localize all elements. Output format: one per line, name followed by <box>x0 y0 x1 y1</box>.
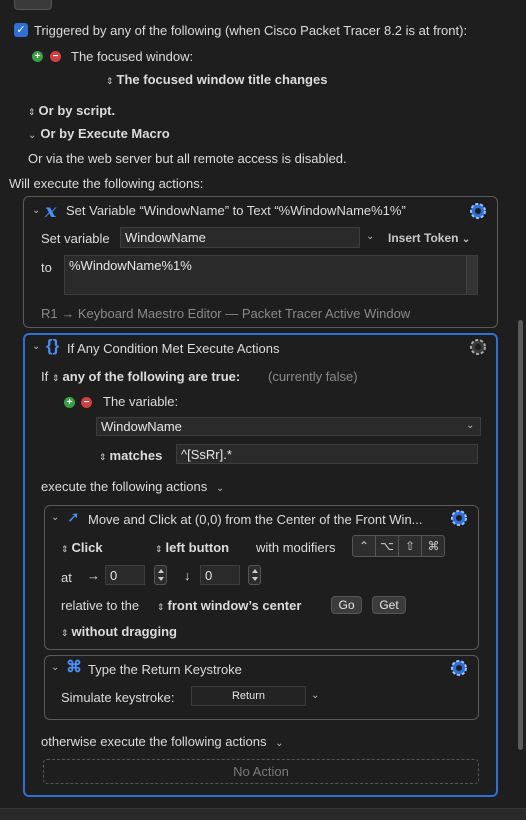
relative-select[interactable]: ⇕ front window’s center <box>157 598 301 613</box>
variable-x-icon: x <box>45 200 57 222</box>
trigger-label: Triggered by any of the following (when … <box>34 23 468 38</box>
relative-label: relative to the <box>61 598 140 613</box>
modifier-keys[interactable]: ⌃ ⌥ ⇧ ⌘ <box>352 535 445 557</box>
at-label: at <box>61 570 72 585</box>
chevron-down-icon[interactable]: ⌄ <box>216 483 224 494</box>
command-key-icon: ⌘ <box>66 659 82 676</box>
up-down-icon: ⇕ <box>106 76 114 86</box>
simulate-label: Simulate keystroke: <box>61 690 175 705</box>
y-coordinate-field[interactable]: 0 <box>200 565 240 585</box>
up-down-icon: ⇕ <box>155 544 163 554</box>
collapse-chevron-icon[interactable]: ⌄ <box>51 512 59 523</box>
keystroke-action[interactable]: ⌄ ⌘ Type the Return Keystroke Simulate k… <box>44 655 479 720</box>
x-coordinate-field[interactable]: 0 <box>105 565 145 585</box>
to-value-field[interactable]: %WindowName%1% <box>64 255 478 295</box>
web-server-note: Or via the web server but all remote acc… <box>28 151 347 166</box>
otherwise-label: otherwise execute the following actions … <box>41 734 284 749</box>
macro-icon <box>14 0 52 10</box>
modifiers-label: with modifiers <box>256 540 336 555</box>
action-title: Type the Return Keystroke <box>88 662 242 677</box>
text-scrollbar[interactable] <box>466 256 477 294</box>
add-condition-icon[interactable]: + <box>64 397 75 408</box>
action-footer: R1 → Keyboard Maestro Editor — Packet Tr… <box>41 306 411 321</box>
remove-condition-icon[interactable]: − <box>81 397 92 408</box>
gear-icon[interactable] <box>468 337 488 357</box>
match-value-field[interactable]: ^[SsRr].* <box>176 444 478 464</box>
condition-variable-field[interactable]: WindowName <box>96 417 481 436</box>
collapse-chevron-icon[interactable]: ⌄ <box>32 341 40 352</box>
or-by-script-option[interactable]: ⇕ Or by script. <box>28 103 115 118</box>
cursor-click-icon: ➚ <box>67 509 80 526</box>
go-button[interactable]: Go <box>331 596 362 614</box>
variable-dropdown-icon[interactable]: ⌄ <box>466 420 474 431</box>
no-action-placeholder[interactable]: No Action <box>43 759 479 784</box>
focused-window-label: The focused window: <box>71 49 194 64</box>
shift-modifier[interactable]: ⇧ <box>399 536 422 556</box>
collapse-chevron-icon[interactable]: ⌄ <box>32 205 40 216</box>
condition-mode-select[interactable]: ⇕ any of the following are true: <box>52 369 240 384</box>
chevron-down-icon: ⌄ <box>28 130 37 141</box>
set-variable-action[interactable]: ⌄ x Set Variable “WindowName” to Text “%… <box>23 196 498 328</box>
up-down-icon: ⇕ <box>61 544 69 554</box>
up-down-icon: ⇕ <box>99 452 107 462</box>
execute-label: execute the following actions ⌄ <box>41 479 225 494</box>
keystroke-dropdown-icon[interactable]: ⌄ <box>311 690 319 701</box>
condition-status: (currently false) <box>268 369 358 384</box>
x-stepper[interactable] <box>154 565 167 585</box>
y-stepper[interactable] <box>248 565 261 585</box>
command-modifier[interactable]: ⌘ <box>422 536 445 556</box>
action-title: Move and Click at (0,0) from the Center … <box>88 512 423 527</box>
remove-trigger-icon[interactable]: − <box>50 51 61 62</box>
trigger-checkbox[interactable]: ✓ <box>14 23 28 37</box>
option-modifier[interactable]: ⌥ <box>376 536 399 556</box>
up-down-icon: ⇕ <box>61 628 69 638</box>
bottom-toolbar <box>0 808 526 820</box>
focused-window-option[interactable]: ⇕ The focused window title changes <box>106 72 327 87</box>
down-arrow-icon: ↓ <box>184 568 191 583</box>
chevron-down-icon: ⌄ <box>461 234 471 245</box>
control-modifier[interactable]: ⌃ <box>353 536 376 556</box>
gear-icon[interactable] <box>449 508 469 528</box>
action-title: If Any Condition Met Execute Actions <box>67 341 280 356</box>
up-down-icon: ⇕ <box>52 373 60 383</box>
braces-icon: {} <box>46 336 60 355</box>
click-mode-select[interactable]: ⇕ Click <box>61 540 103 555</box>
variable-dropdown-icon[interactable]: ⌄ <box>366 231 374 242</box>
if-condition-action[interactable]: ⌄ {} If Any Condition Met Execute Action… <box>23 333 498 797</box>
gear-icon[interactable] <box>449 658 469 678</box>
if-label: If <box>41 369 49 384</box>
insert-token-button[interactable]: Insert Token ⌄ <box>388 231 470 245</box>
collapse-chevron-icon[interactable]: ⌄ <box>51 662 59 673</box>
variable-condition-label: The variable: <box>103 394 179 409</box>
drag-select[interactable]: ⇕ without dragging <box>61 624 177 639</box>
add-trigger-icon[interactable]: + <box>32 51 43 62</box>
mouse-button-select[interactable]: ⇕ left button <box>155 540 229 555</box>
up-down-icon: ⇕ <box>28 107 36 117</box>
set-variable-label: Set variable <box>41 231 110 246</box>
chevron-down-icon[interactable]: ⌄ <box>275 738 283 749</box>
gear-icon[interactable] <box>468 201 488 221</box>
keystroke-field[interactable]: Return <box>191 686 306 706</box>
or-by-execute-macro-option[interactable]: ⌄ Or by Execute Macro <box>28 126 170 141</box>
right-arrow-icon: → <box>87 568 100 583</box>
window-scrollbar[interactable] <box>518 320 523 750</box>
move-click-action[interactable]: ⌄ ➚ Move and Click at (0,0) from the Cen… <box>44 505 479 650</box>
action-title: Set Variable “WindowName” to Text “%Wind… <box>66 203 406 218</box>
will-execute-label: Will execute the following actions: <box>9 176 204 191</box>
variable-name-field[interactable]: WindowName <box>120 227 360 248</box>
up-down-icon: ⇕ <box>157 602 165 612</box>
to-label: to <box>41 260 52 275</box>
get-button[interactable]: Get <box>372 596 406 614</box>
match-mode-select[interactable]: ⇕ matches <box>99 448 162 463</box>
